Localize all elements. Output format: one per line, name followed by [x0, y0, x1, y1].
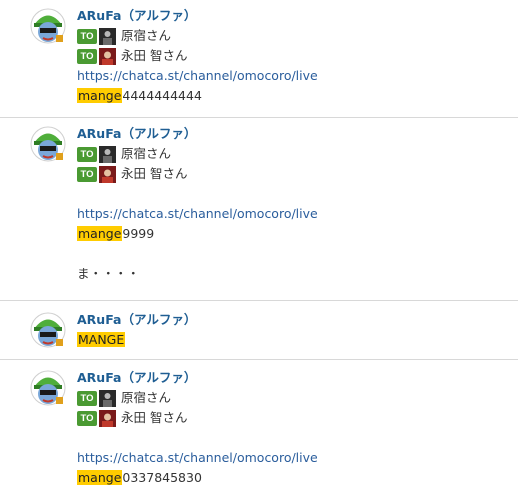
recipient-name: 原宿さん [121, 390, 172, 405]
to-recipient: TO 原宿さん [77, 144, 518, 164]
to-badge: TO [77, 390, 97, 406]
message-body: ARuFa（アルファ） TO 原宿さん TO 永田 智さん https://ch… [77, 6, 518, 106]
to-badge: TO [77, 410, 97, 426]
chat-message: ARuFa（アルファ） TO 原宿さん TO 永田 智さん https://ch… [0, 362, 518, 504]
recipient-name: 永田 智さん [121, 410, 188, 425]
to-recipient: TO 永田 智さん [77, 164, 518, 184]
message-body: ARuFa（アルファ） MANGE [77, 310, 518, 350]
chat-message: ARuFa（アルファ） TO 原宿さん TO 永田 智さん https://ch… [0, 0, 518, 117]
mention-highlight: mange [77, 226, 123, 241]
user-avatar-icon[interactable] [30, 370, 66, 406]
harajuku-avatar-icon [99, 389, 116, 407]
sender-name[interactable]: ARuFa（アルファ） [77, 126, 196, 141]
channel-link[interactable]: https://chatca.st/channel/omocoro/live [77, 206, 318, 221]
recipient-name: 永田 智さん [121, 48, 188, 63]
sender-name[interactable]: ARuFa（アルファ） [77, 8, 196, 23]
message-text: ま・・・・ [77, 266, 140, 281]
to-badge: TO [77, 166, 97, 182]
message-body: ARuFa（アルファ） TO 原宿さん TO 永田 智さん https://ch… [77, 368, 518, 488]
harajuku-avatar-icon [99, 145, 116, 163]
message-divider [0, 359, 518, 360]
to-recipient: TO 永田 智さん [77, 46, 518, 66]
to-badge: TO [77, 48, 97, 64]
recipient-name: 永田 智さん [121, 166, 188, 181]
channel-link[interactable]: https://chatca.st/channel/omocoro/live [77, 68, 318, 83]
to-badge: TO [77, 28, 97, 44]
message-text: 0337845830 [122, 470, 202, 485]
sender-name[interactable]: ARuFa（アルファ） [77, 370, 196, 385]
user-avatar-icon[interactable] [30, 126, 66, 162]
chat-message: ARuFa（アルファ） MANGE [0, 304, 518, 359]
to-recipient: TO 永田 智さん [77, 408, 518, 428]
to-recipient: TO 原宿さん [77, 388, 518, 408]
mention-highlight: mange [77, 88, 123, 103]
mention-highlight: mange [77, 470, 123, 485]
chat-message: ARuFa（アルファ） TO 原宿さん TO 永田 智さん https://ch… [0, 118, 518, 300]
to-recipient: TO 原宿さん [77, 26, 518, 46]
user-avatar-icon[interactable] [30, 312, 66, 348]
nagata-avatar-icon [99, 47, 116, 65]
nagata-avatar-icon [99, 165, 116, 183]
harajuku-avatar-icon [99, 27, 116, 45]
sender-name[interactable]: ARuFa（アルファ） [77, 312, 196, 327]
nagata-avatar-icon [99, 409, 116, 427]
to-badge: TO [77, 146, 97, 162]
user-avatar-icon[interactable] [30, 8, 66, 44]
recipient-name: 原宿さん [121, 146, 172, 161]
message-body: ARuFa（アルファ） TO 原宿さん TO 永田 智さん https://ch… [77, 124, 518, 284]
recipient-name: 原宿さん [121, 28, 172, 43]
mention-highlight: MANGE [77, 332, 126, 347]
message-text: 4444444444 [122, 88, 202, 103]
message-text: 9999 [122, 226, 155, 241]
channel-link[interactable]: https://chatca.st/channel/omocoro/live [77, 450, 318, 465]
message-divider [0, 300, 518, 301]
